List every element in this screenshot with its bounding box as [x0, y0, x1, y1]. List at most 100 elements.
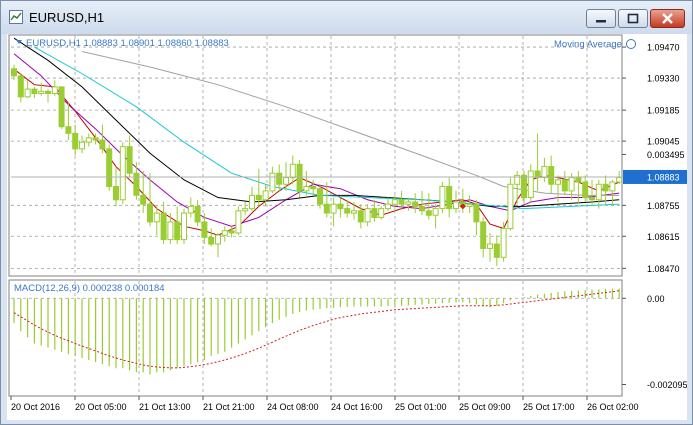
candle-body: [255, 194, 262, 201]
candle-body: [391, 199, 398, 205]
time-tick-label: 21 Oct 21:00: [203, 402, 255, 412]
candle-body: [11, 68, 17, 77]
candle-body: [446, 185, 453, 210]
candle-body: [303, 185, 310, 192]
candle-body: [385, 203, 391, 210]
symbol-info: EURUSD,H1 1.08883 1.08901 1.08860 1.0888…: [26, 38, 229, 49]
price-tick-label: 1.09185: [647, 106, 680, 116]
time-tick-label: 25 Oct 09:00: [459, 402, 511, 412]
time-tick-label: 25 Oct 01:00: [395, 402, 447, 412]
candle-body: [582, 181, 589, 199]
candle-body: [167, 221, 174, 241]
candle-body: [609, 181, 616, 192]
candle-body: [453, 201, 459, 210]
candle-body: [541, 166, 548, 179]
candle-body: [575, 177, 582, 183]
candle-body: [500, 228, 507, 258]
chart-window: EURUSD,H1 1.09470 1.09330 1.09185 1.09045 1.…: [0, 0, 693, 425]
candle-body: [24, 88, 31, 98]
title-bar[interactable]: EURUSD,H1: [1, 1, 692, 34]
minimize-button[interactable]: [586, 9, 616, 28]
candle-body: [38, 90, 45, 95]
candle-body: [310, 185, 317, 190]
candle-body: [507, 183, 514, 230]
candle-body: [568, 177, 575, 192]
macd-tick-label: -0.002095: [647, 380, 687, 390]
price-chart[interactable]: 1.09470 1.09330 1.09185 1.09045 1.08755 1.086…: [7, 34, 687, 420]
candle-body: [58, 86, 65, 128]
maximize-button[interactable]: [618, 9, 648, 28]
candle-body: [371, 208, 378, 218]
candle-body: [65, 126, 72, 134]
candle-body: [235, 210, 242, 234]
candle-body: [194, 205, 201, 223]
candle-body: [589, 197, 595, 201]
macd-tick-label: 0.003495: [647, 150, 685, 160]
candle-body: [79, 141, 85, 150]
candle-body: [126, 146, 133, 174]
candle-body: [201, 221, 208, 238]
candle-body: [249, 194, 255, 210]
candle-body: [344, 208, 351, 214]
candle-body: [72, 132, 79, 150]
candle-body: [106, 148, 113, 187]
candle-body: [276, 172, 283, 185]
price-tick-label: 1.09470: [647, 43, 680, 53]
candle-body: [487, 243, 493, 249]
price-tick-label: 1.08615: [647, 232, 680, 242]
price-tick-label: 1.09045: [647, 137, 680, 147]
candle-body: [595, 183, 602, 201]
candle-body: [140, 194, 147, 205]
candle-body: [602, 183, 609, 192]
maximize-icon: [627, 13, 639, 24]
candle-body: [113, 185, 119, 201]
candle-body: [357, 210, 364, 223]
candle-body: [296, 163, 303, 192]
price-tick-label: 1.09330: [647, 74, 680, 84]
candle-body: [187, 205, 194, 214]
candle-body: [283, 177, 289, 185]
candle-body: [466, 203, 473, 207]
time-tick-label: 20 Oct 2016: [11, 402, 60, 412]
candle-body: [473, 203, 480, 223]
candle-body: [215, 234, 221, 245]
close-icon: [662, 13, 673, 24]
close-button[interactable]: [650, 9, 685, 28]
window-title: EURUSD,H1: [29, 10, 105, 25]
candle-body: [425, 210, 432, 216]
chart-window-icon: [9, 10, 23, 24]
current-price-label: 1.08883: [647, 172, 680, 182]
candle-body: [92, 137, 99, 141]
candle-body: [242, 208, 249, 212]
candle-body: [17, 75, 24, 98]
candle-body: [337, 203, 344, 210]
minimize-icon: [596, 20, 606, 23]
macd-tick-label: 0.00: [647, 294, 665, 304]
candle-body: [51, 86, 58, 95]
candle-body: [412, 201, 419, 207]
candle-body: [480, 221, 487, 249]
time-tick-label: 25 Oct 17:00: [523, 402, 575, 412]
candle-body: [31, 88, 38, 95]
candle-body: [174, 221, 181, 241]
candle-body: [555, 179, 561, 185]
candle-body: [521, 174, 527, 199]
candle-body: [493, 243, 500, 258]
candle-body: [208, 236, 215, 245]
candle-body: [181, 212, 187, 241]
macd-label: MACD(12,26,9) 0.000238 0.000184: [14, 283, 165, 294]
candle-body: [160, 212, 167, 241]
candle-body: [147, 203, 153, 223]
candle-body: [561, 179, 568, 192]
candle-body: [616, 177, 623, 183]
candle-body: [432, 208, 439, 216]
time-tick-label: 26 Oct 02:00: [587, 402, 639, 412]
time-tick-label: 24 Oct 16:00: [331, 402, 383, 412]
candle-body: [317, 188, 323, 205]
price-tick-label: 1.08470: [647, 264, 680, 274]
time-tick-label: 24 Oct 08:00: [267, 402, 319, 412]
candle-body: [548, 166, 555, 185]
candle-body: [85, 137, 92, 143]
time-tick-label: 21 Oct 13:00: [139, 402, 191, 412]
candle-body: [439, 185, 446, 210]
